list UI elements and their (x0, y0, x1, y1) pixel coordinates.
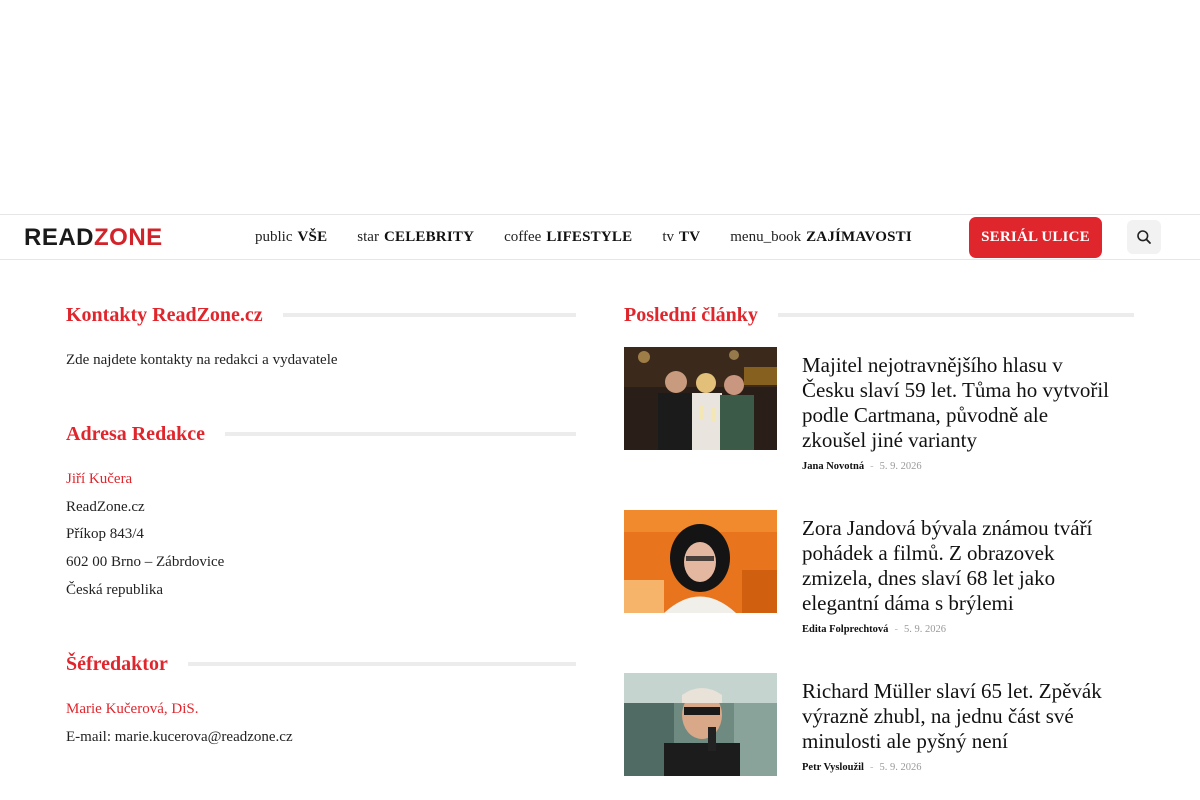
search-icon (1137, 230, 1151, 244)
article-title-link[interactable]: Zora Jandová bývala známou tváří pohádek… (802, 516, 1112, 616)
top-navbar: READ ZONE public VŠE star CELEBRITY coffe… (0, 214, 1200, 260)
article-meta: Petr Vysloužil - 5. 9. 2026 (802, 762, 921, 773)
meta-separator: - (894, 624, 898, 635)
nav-item-label: TV (679, 228, 701, 245)
search-button[interactable] (1127, 220, 1161, 254)
menu-book-icon: menu_book (730, 228, 802, 245)
nav-item-label: VŠE (297, 228, 328, 245)
editor-heading: Šéfredaktor (66, 651, 576, 677)
article-date: 5. 9. 2026 (879, 461, 922, 472)
star-icon: star (357, 228, 379, 245)
article-author[interactable]: Edita Folprechtová (802, 624, 888, 635)
article-author[interactable]: Petr Vysloužil (802, 762, 864, 773)
nav-item-label: LIFESTYLE (546, 228, 633, 245)
article-thumbnail[interactable] (624, 673, 777, 776)
article-meta: Jana Novotná - 5. 9. 2026 (802, 461, 922, 472)
article-card: Zora Jandová bývala známou tváří pohádek… (624, 510, 1134, 650)
address-line: Příkop 843/4 (66, 526, 144, 542)
editor-email-address[interactable]: marie.kucerova@readzone.cz (115, 729, 293, 745)
nav-item-vse[interactable]: public VŠE (255, 229, 327, 246)
main-menu: public VŠE star CELEBRITY coffee LIFESTY… (255, 215, 942, 259)
contacts-heading: Kontakty ReadZone.cz (66, 302, 576, 328)
nav-item-label: ZAJÍMAVOSTI (806, 228, 912, 245)
heading-divider (225, 432, 576, 436)
article-meta: Edita Folprechtová - 5. 9. 2026 (802, 624, 946, 635)
nav-item-tv[interactable]: tv TV (662, 229, 700, 246)
address-line: ReadZone.cz (66, 499, 145, 515)
editor-email: E-mail: marie.kucerova@readzone.cz (66, 729, 293, 745)
contacts-intro: Zde najdete kontakty na redakci a vydava… (66, 352, 338, 368)
latest-articles-heading: Poslední články (624, 302, 1134, 328)
article-card: Richard Müller slaví 65 let. Zpěvák výra… (624, 673, 1134, 788)
heading-divider (777, 313, 1134, 317)
meta-separator: - (869, 762, 874, 773)
meta-separator: - (870, 461, 874, 472)
article-thumbnail[interactable] (624, 510, 777, 613)
address-heading: Adresa Redakce (66, 421, 576, 447)
article-title-link[interactable]: Majitel nejotravnějšího hlasu v Česku sl… (802, 353, 1112, 453)
address-line: 602 00 Brno – Zábrdovice (66, 554, 225, 570)
heading-divider (282, 313, 576, 317)
heading-divider (187, 662, 576, 666)
coffee-icon: coffee (504, 228, 542, 245)
article-title-link[interactable]: Richard Müller slaví 65 let. Zpěvák výra… (802, 679, 1112, 754)
article-author[interactable]: Jana Novotná (802, 461, 864, 472)
article-date: 5. 9. 2026 (903, 624, 946, 635)
article-thumbnail[interactable] (624, 347, 777, 450)
address-line: Česká republika (66, 582, 164, 598)
nav-item-celebrity[interactable]: star CELEBRITY (357, 229, 474, 246)
nav-item-zajimavosti[interactable]: menu_book ZAJÍMAVOSTI (730, 229, 912, 246)
article-date: 5. 9. 2026 (879, 762, 922, 773)
address-name-link[interactable]: Jiří Kučera (66, 471, 132, 488)
site-logo[interactable]: READ ZONE (24, 224, 163, 251)
ad-space (0, 0, 1200, 214)
nav-item-label: CELEBRITY (383, 228, 475, 245)
article-card: Majitel nejotravnějšího hlasu v Česku sl… (624, 347, 1134, 487)
editor-name-link[interactable]: Marie Kučerová, DiS. (66, 701, 198, 718)
public-icon: public (255, 228, 293, 245)
tv-icon: tv (662, 228, 674, 245)
serial-ulice-button[interactable]: SERIÁL ULICE (969, 217, 1102, 258)
nav-item-lifestyle[interactable]: coffee LIFESTYLE (504, 229, 632, 246)
